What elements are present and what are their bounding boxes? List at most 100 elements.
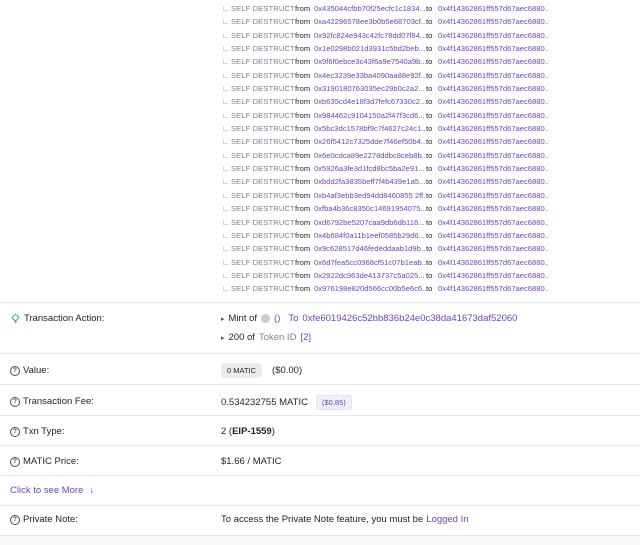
self-destruct-row: ∟ SELF DESTRUCT from 0xb635cd4e18f3d7fefc67… [222, 95, 640, 108]
self-destruct-label: SELF DESTRUCT [231, 164, 295, 174]
to-address-link[interactable]: 0x4f14362861ff557d67aec6880... [438, 189, 548, 202]
from-address-link[interactable]: 0x6e0cdca89e2278ddbc8ceb8b... [314, 149, 426, 162]
to-address-link[interactable]: 0x4f14362861ff557d67aec6880... [438, 2, 548, 15]
to-address-link[interactable]: 0x4f14362861ff557d67aec6880... [438, 242, 548, 255]
from-word: from [295, 4, 311, 13]
login-link[interactable]: Logged In [426, 514, 468, 525]
to-address-link[interactable]: 0x4f14362861ff557d67aec6880... [438, 229, 548, 242]
to-address-link[interactable]: 0x4f14362861ff557d67aec6880... [438, 256, 548, 269]
txn-type-label-text: Txn Type: [23, 426, 65, 437]
token-link[interactable]: () [274, 313, 280, 324]
to-address-link[interactable]: 0x4f14362861ff557d67aec6880... [438, 216, 548, 229]
from-address-link[interactable]: 0x435044cfbb70f25ecfc1c1834... [314, 2, 426, 15]
from-word: from [295, 84, 311, 94]
divider [0, 505, 640, 506]
to-word: to [426, 164, 433, 174]
from-address-link[interactable]: 0x9f6f0ebce3c43f6a9e7540a9b... [314, 55, 426, 68]
tree-branch-icon: ∟ [222, 177, 230, 187]
from-address-link[interactable]: 0x6d7fea5cc0968cf51c07b1eab... [314, 256, 426, 269]
tree-branch-icon: ∟ [222, 270, 230, 280]
self-destruct-label: SELF DESTRUCT [231, 137, 295, 147]
from-address-link[interactable]: 0x9c628517d46fededdaab1d9b... [314, 242, 426, 255]
self-destruct-label: SELF DESTRUCT [231, 70, 295, 80]
divider [0, 302, 640, 303]
self-destruct-row: ∟ SELF DESTRUCT from 0xbdd2fa3835beff7f4b43… [222, 175, 640, 188]
amount-prefix: 200 of [228, 332, 255, 343]
to-address-link[interactable]: 0x4f14362861ff557d67aec6880... [438, 162, 548, 175]
from-address-link[interactable]: 0x5bc3dc1578bf9c7f4627c24c1... [314, 122, 426, 135]
to-word: To [288, 313, 299, 324]
txn-type-label: ? Txn Type: [10, 426, 65, 437]
to-address-link[interactable]: 0x4f14362861ff557d67aec6880... [438, 15, 548, 28]
self-destruct-row: ∟ SELF DESTRUCT from 0xb4af3ebb3ed94dd84608… [222, 189, 640, 202]
from-address-link[interactable]: 0x4b684f0a11b1eef0585b29d6... [314, 229, 426, 242]
to-address-link[interactable]: 0x4f14362861ff557d67aec6880... [438, 282, 548, 295]
to-word: to [426, 30, 433, 40]
from-address-link[interactable]: 0x2922dc963de413737c5a025... [314, 269, 426, 282]
to-word: to [426, 70, 433, 80]
to-address-link[interactable]: 0x4f14362861ff557d67aec6880... [438, 269, 548, 282]
divider [0, 415, 640, 416]
self-destruct-row: ∟ SELF DESTRUCT from 0x5bc3dc1578bf9c7f4627… [222, 122, 640, 135]
from-address-link[interactable]: 0x26f5412c7325dde7f46ef50b4... [314, 135, 426, 148]
to-address-link[interactable]: 0x4f14362861ff557d67aec6880... [438, 69, 548, 82]
from-address-link[interactable]: 0x976198e820d566cc00b5e6c6... [314, 282, 426, 295]
from-word: from [295, 164, 311, 174]
to-address-link[interactable]: 0x4f14362861ff557d67aec6880... [438, 135, 548, 148]
from-address-link[interactable]: 0xb4af3ebb3ed94dd8460855 2ff... [314, 189, 426, 202]
self-destruct-row: ∟ SELF DESTRUCT from 0x984462c9104150a2f47f… [222, 109, 640, 122]
from-address-link[interactable]: 0x984462c9104150a2f47f3cd6... [314, 109, 426, 122]
from-address-link[interactable]: 0xb635cd4e18f3d7fefc67330c2... [314, 95, 426, 108]
from-word: from [295, 124, 311, 134]
from-word: from [295, 257, 311, 267]
from-address-link[interactable]: 0x4ec3239e33ba4090aa88e92f... [314, 69, 426, 82]
from-word: from [295, 70, 311, 80]
from-word: from [295, 217, 311, 227]
caret-right-icon: ▸ [221, 315, 225, 323]
self-destruct-label: SELF DESTRUCT [231, 204, 295, 214]
see-more-link[interactable]: Click to see More ↓ [10, 485, 94, 496]
self-destruct-label: SELF DESTRUCT [231, 4, 295, 13]
to-address-link[interactable]: 0x4f14362861ff557d67aec6880... [438, 149, 548, 162]
to-address-link[interactable]: 0x4f14362861ff557d67aec6880... [438, 202, 548, 215]
from-address-link[interactable]: 0x5926a3fe3d1fcd8bc5ba2e91... [314, 162, 426, 175]
to-address-link[interactable]: 0x4f14362861ff557d67aec6880... [438, 175, 548, 188]
token-id-link[interactable]: [2] [300, 332, 311, 343]
private-note-label-text: Private Note: [23, 514, 78, 525]
self-destruct-row: ∟ SELF DESTRUCT from 0x9c628517d46fededdaab… [222, 242, 640, 255]
txn-type-prefix: 2 ( [221, 426, 233, 437]
to-address-link[interactable]: 0x4f14362861ff557d67aec6880... [438, 109, 548, 122]
from-address-link[interactable]: 0xbdd2fa3835beff7f4b439e1a5... [314, 175, 426, 188]
tree-branch-icon: ∟ [222, 70, 230, 80]
from-address-link[interactable]: 0xfba4b36c8350c14691954075... [314, 202, 426, 215]
tree-branch-icon: ∟ [222, 110, 230, 120]
to-address-link[interactable]: 0x4f14362861ff557d67aec6880... [438, 55, 548, 68]
from-address-link[interactable]: 0x92fc824e943c42fc78dd07f84... [314, 29, 426, 42]
tree-branch-icon: ∟ [222, 97, 230, 107]
to-address-link[interactable]: 0x4f14362861ff557d67aec6880... [438, 82, 548, 95]
from-address-link[interactable]: 0xd6792be5207caa9db6db116... [314, 216, 426, 229]
self-destruct-row: ∟ SELF DESTRUCT from 0x2922dc963de413737c5a… [222, 269, 640, 282]
self-destruct-label: SELF DESTRUCT [231, 150, 295, 160]
to-address-link[interactable]: 0x4f14362861ff557d67aec6880... [438, 122, 548, 135]
txn-type-name: EIP-1559 [232, 426, 272, 437]
private-note-content: To access the Private Note feature, you … [221, 514, 469, 525]
to-word: to [426, 110, 433, 120]
self-destruct-row: ∟ SELF DESTRUCT from 0x1e0298b021d3931c5bd2… [222, 42, 640, 55]
to-address-link[interactable]: 0x4f14362861ff557d67aec6880... [438, 29, 548, 42]
from-address-link[interactable]: 0x1e0298b021d3931c5bd2beb... [314, 42, 426, 55]
mint-text: Mint of [228, 313, 258, 324]
value-label: ? Value: [10, 365, 49, 376]
self-destruct-label: SELF DESTRUCT [231, 270, 295, 280]
tree-branch-icon: ∟ [222, 244, 230, 254]
from-address-link[interactable]: 0xa42296578ee3b0b5e68703cf... [314, 15, 426, 28]
tree-branch-icon: ∟ [222, 204, 230, 214]
tree-branch-icon: ∟ [222, 4, 230, 13]
self-destruct-label: SELF DESTRUCT [231, 217, 295, 227]
fee-content: 0.534232755 MATIC ($0.85) [221, 395, 352, 410]
to-address-link[interactable]: 0x4f14362861ff557d67aec6880... [438, 95, 548, 108]
to-address-link[interactable]: 0xfe6019426c52bb836b24e0c38da41673daf520… [302, 313, 517, 324]
from-address-link[interactable]: 0x3190180763035ec29b0c2a2... [314, 82, 426, 95]
tree-branch-icon: ∟ [222, 57, 230, 67]
to-address-link[interactable]: 0x4f14362861ff557d67aec6880... [438, 42, 548, 55]
